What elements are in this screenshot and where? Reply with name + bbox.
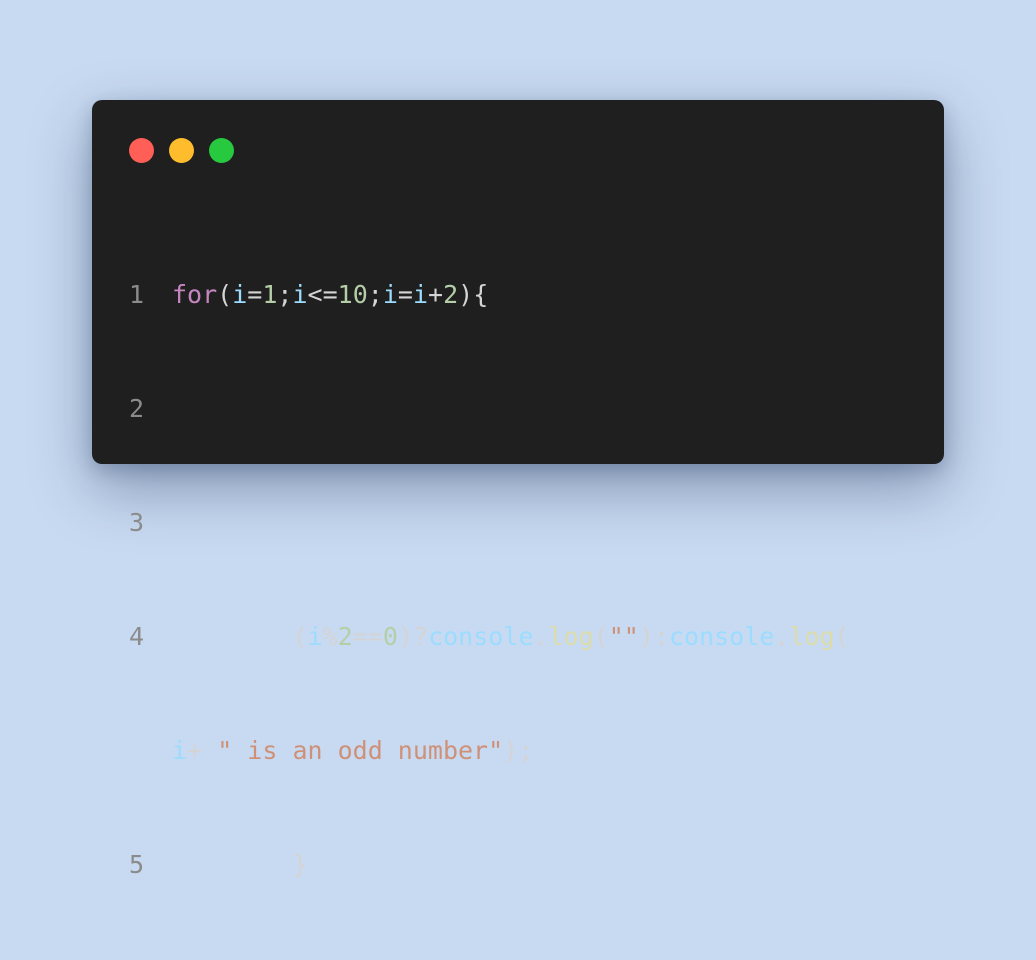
code-token: console [428,622,534,651]
code-token: ) [503,736,519,765]
code-token: } [292,850,308,879]
code-token: console [668,622,775,651]
code-token: i [412,280,429,309]
code-token: i [232,280,248,309]
code-token: ( [217,280,233,309]
line-number: 3 [128,508,144,537]
code-token: + [187,736,203,765]
code-token: = [397,280,413,309]
code-token: "" [608,622,639,651]
code-token: ; [518,736,534,765]
code-token: 1 [262,280,278,309]
code-text: } [144,846,308,884]
code-token: 0 [382,622,398,651]
code-token: ? [413,622,429,651]
code-token: = [352,622,368,651]
code-line: 1 for(i=1;i<=10;i=i+2){ [92,276,850,314]
code-token: ) [397,622,413,651]
code-token: " is an odd number" [217,736,504,765]
code-text: (i%2==0)?console.log(""):console.log( [144,618,850,656]
code-token: 2 [443,280,459,309]
code-token: ; [367,280,383,309]
code-token: i [172,736,188,765]
close-button[interactable] [129,138,154,163]
code-text: for(i=1;i<=10;i=i+2){ [144,276,488,314]
maximize-button[interactable] [209,138,234,163]
code-token: = [322,280,338,309]
code-token: i [292,280,308,309]
code-token: ; [277,280,293,309]
code-token: . [533,622,549,651]
minimize-button[interactable] [169,138,194,163]
code-line: 5 } [92,846,850,884]
code-token: ( [292,622,308,651]
code-window: 1 for(i=1;i<=10;i=i+2){ 2 3 4 (i%2==0)?c… [92,100,944,879]
line-number: 2 [128,394,144,423]
code-token: : [653,622,669,651]
code-token: ) [458,280,474,309]
code-token: = [247,280,263,309]
code-token: 2 [337,622,353,651]
code-token: for [172,280,218,309]
code-token: { [473,280,489,309]
window-controls [129,138,234,163]
code-line-wrapped: i+ " is an odd number"); [92,732,850,770]
code-token: i [382,280,398,309]
line-number: 1 [128,280,144,309]
code-token: + [428,280,444,309]
code-editor: 1 for(i=1;i<=10;i=i+2){ 2 3 4 (i%2==0)?c… [92,200,850,960]
code-text: i+ " is an odd number"); [144,732,533,770]
code-line: 2 [92,390,850,428]
code-token: < [307,280,323,309]
code-token: ) [638,622,654,651]
code-token: log [548,622,594,651]
line-number [92,732,144,770]
line-number: 4 [128,622,144,651]
code-token: 10 [337,280,368,309]
code-token: ( [834,622,850,651]
code-line: 4 (i%2==0)?console.log(""):console.log( [92,618,850,656]
code-token: i [307,622,323,651]
code-token: ( [593,622,609,651]
code-line: 3 [92,504,850,542]
code-token: log [789,622,835,651]
line-number: 5 [128,850,144,879]
code-token: . [774,622,790,651]
code-token: % [322,622,338,651]
code-token: = [367,622,383,651]
